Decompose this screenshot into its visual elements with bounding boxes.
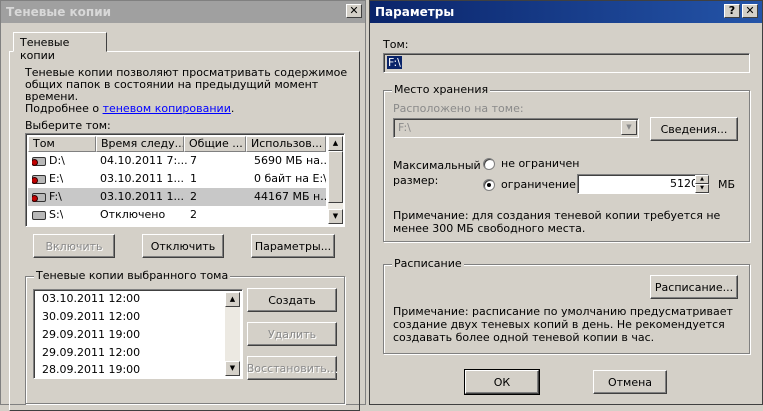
column-header-next-run[interactable]: Время следу... bbox=[96, 136, 184, 152]
details-button[interactable]: Сведения... bbox=[650, 117, 738, 141]
right-titlebar[interactable]: Параметры bbox=[370, 1, 762, 23]
scroll-up-icon[interactable]: ▲ bbox=[328, 136, 343, 151]
spin-up-icon[interactable]: ▲ bbox=[695, 175, 709, 184]
drive-icon bbox=[32, 210, 46, 220]
list-item[interactable]: 28.09.2011 19:00 bbox=[42, 363, 222, 381]
copies-list[interactable]: 03.10.2011 12:00 30.09.2011 12:00 29.09.… bbox=[33, 289, 243, 379]
table-row-selected[interactable]: F:\ 03.10.2011 1... 2 44167 МБ н... bbox=[28, 188, 326, 206]
right-window-title: Параметры bbox=[375, 5, 455, 19]
limit-radio[interactable] bbox=[483, 179, 495, 191]
limit-spinner[interactable]: ▲ ▼ bbox=[695, 175, 709, 193]
storage-group-title: Место хранения bbox=[392, 83, 491, 96]
description-text: Теневые копии позволяют просматривать со… bbox=[25, 66, 348, 115]
column-header-used[interactable]: Использов... bbox=[246, 136, 326, 152]
copies-group-title: Теневые копии выбранного тома bbox=[34, 269, 231, 282]
scroll-thumb[interactable] bbox=[328, 151, 343, 203]
list-item[interactable]: 03.10.2011 12:00 bbox=[42, 292, 222, 310]
settings-button[interactable]: Параметры... bbox=[251, 234, 335, 258]
column-header-volume[interactable]: Том bbox=[28, 136, 96, 152]
storage-note: Примечание: для создания теневой копии т… bbox=[393, 209, 721, 235]
disable-button[interactable]: Отключить bbox=[142, 234, 224, 258]
volume-value: F:\ bbox=[387, 56, 402, 69]
scroll-up-icon[interactable]: ▲ bbox=[225, 292, 240, 307]
schedule-group-title: Расписание bbox=[392, 257, 464, 270]
delete-button[interactable]: Удалить bbox=[247, 322, 337, 346]
drive-icon bbox=[32, 156, 46, 166]
limit-unit: МБ bbox=[718, 178, 736, 191]
volume-list[interactable]: Том Время следу... Общие ... Использов..… bbox=[25, 133, 345, 227]
tab-shadow-copies[interactable]: Теневые копии bbox=[13, 32, 107, 62]
schedule-note: Примечание: расписание по умолчанию пред… bbox=[393, 305, 733, 344]
max-size-label: Максимальный размер: bbox=[393, 159, 481, 187]
create-button[interactable]: Создать bbox=[247, 288, 337, 312]
volume-field[interactable]: F:\ bbox=[383, 53, 750, 73]
restore-button[interactable]: Восстановить... bbox=[247, 356, 337, 380]
unlimited-radio[interactable] bbox=[483, 158, 495, 170]
left-titlebar[interactable]: Теневые копии bbox=[1, 1, 365, 23]
table-row[interactable]: S:\ Отключено 2 bbox=[28, 206, 326, 224]
shadow-copies-window: Теневые копии ✕ Теневые копии Теневые ко… bbox=[0, 0, 366, 411]
drive-icon bbox=[32, 174, 46, 184]
located-on-select[interactable]: F:\ ▼ bbox=[393, 118, 639, 138]
left-window-title: Теневые копии bbox=[6, 5, 112, 19]
left-close-button[interactable]: ✕ bbox=[346, 4, 362, 18]
schedule-button[interactable]: Расписание... bbox=[650, 275, 738, 299]
table-row[interactable]: D:\ 04.10.2011 7:... 7 5690 МБ на... bbox=[28, 152, 326, 170]
copies-list-scrollbar[interactable]: ▲ ▼ bbox=[225, 292, 240, 376]
chevron-down-icon[interactable]: ▼ bbox=[621, 120, 637, 135]
located-on-label: Расположено на томе: bbox=[393, 102, 524, 115]
located-on-value: F:\ bbox=[398, 121, 411, 134]
spin-down-icon[interactable]: ▼ bbox=[695, 184, 709, 193]
ok-button[interactable]: ОК bbox=[464, 369, 540, 395]
select-volume-label: Выберите том: bbox=[25, 119, 111, 132]
column-header-shares[interactable]: Общие ... bbox=[184, 136, 246, 152]
list-item[interactable]: 29.09.2011 12:00 bbox=[42, 346, 222, 364]
table-row[interactable]: E:\ 03.10.2011 1... 1 0 байт на E:\ bbox=[28, 170, 326, 188]
cancel-button[interactable]: Отмена bbox=[593, 370, 667, 394]
unlimited-label: не ограничен bbox=[501, 157, 580, 170]
help-button[interactable]: ? bbox=[724, 4, 740, 18]
scroll-down-icon[interactable]: ▼ bbox=[225, 361, 240, 376]
list-item[interactable]: 29.09.2011 19:00 bbox=[42, 328, 222, 346]
volume-list-scrollbar[interactable]: ▲ ▼ bbox=[328, 136, 343, 224]
drive-icon bbox=[32, 192, 46, 202]
list-item[interactable]: 30.09.2011 12:00 bbox=[42, 310, 222, 328]
limit-input[interactable]: 51200 bbox=[577, 174, 709, 194]
enable-button[interactable]: Включить bbox=[33, 234, 115, 258]
shadow-copy-help-link[interactable]: теневом копировании bbox=[103, 102, 231, 115]
limit-label: ограничение: bbox=[501, 178, 580, 191]
scroll-down-icon[interactable]: ▼ bbox=[328, 209, 343, 224]
settings-dialog: Параметры ? ✕ Том: F:\ Место хранения Ра… bbox=[369, 0, 763, 405]
right-close-button[interactable]: ✕ bbox=[742, 4, 758, 18]
volume-label: Том: bbox=[383, 38, 409, 51]
